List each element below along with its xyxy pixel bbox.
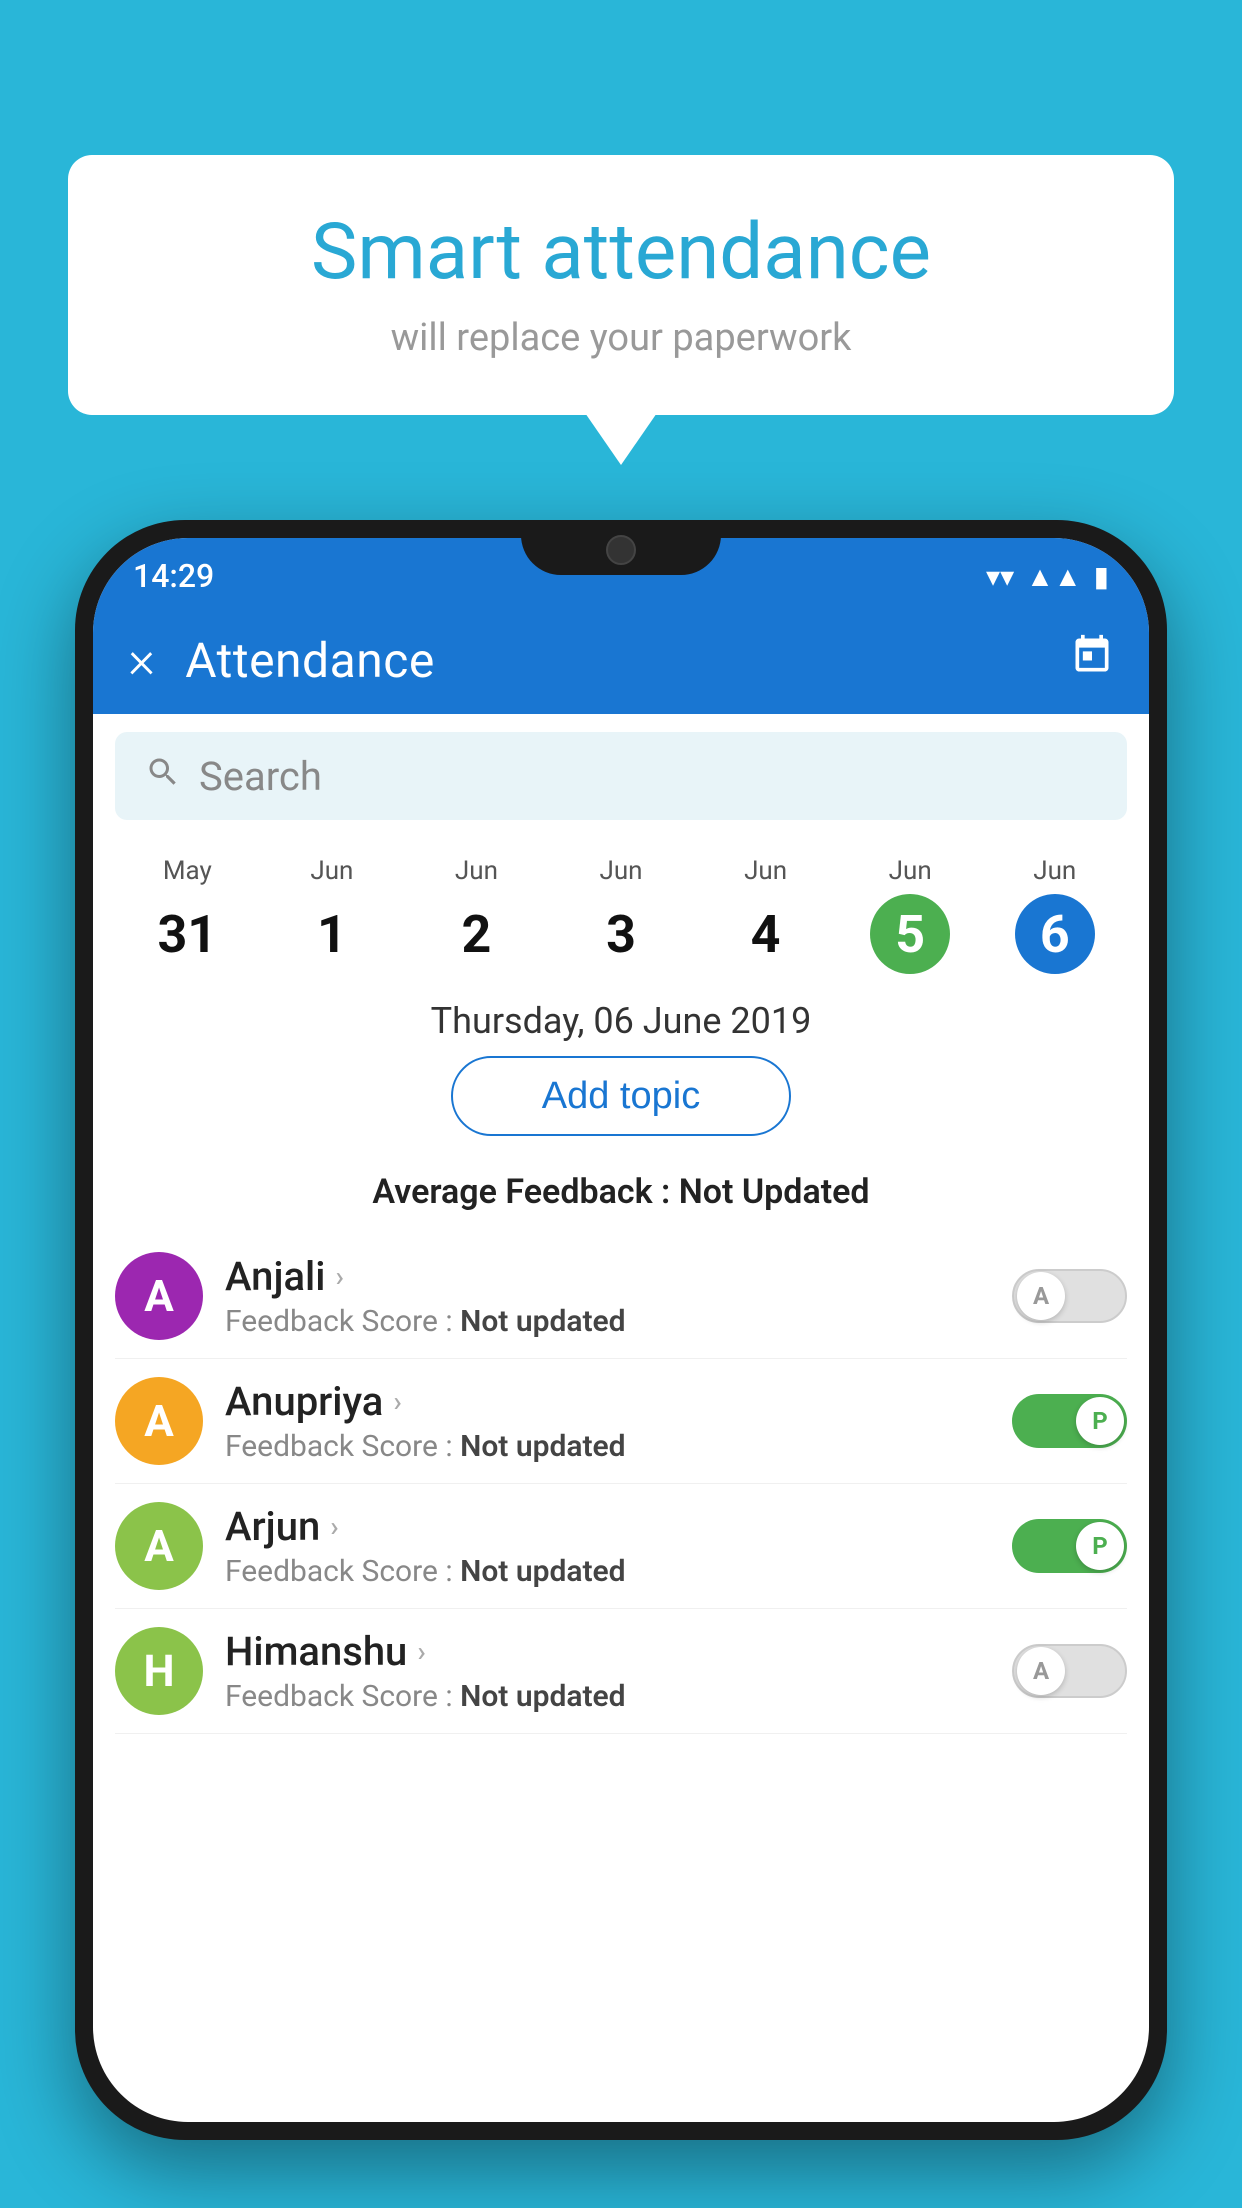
chevron-right-icon: › (330, 1510, 338, 1543)
attendance-toggle[interactable]: P (1012, 1394, 1127, 1448)
student-avatar: A (115, 1377, 203, 1465)
day-month-label: Jun (693, 856, 838, 886)
calendar-row: May 31 Jun 1 Jun 2 Jun 3 Jun 4 Jun 5 Jun 6 (93, 838, 1149, 982)
day-number-label: 2 (436, 894, 516, 974)
app-title: Attendance (185, 632, 1040, 689)
search-placeholder: Search (199, 753, 322, 800)
average-feedback: Average Feedback : Not Updated (93, 1172, 1149, 1212)
day-number-label: 1 (292, 894, 372, 974)
attendance-toggle[interactable]: A (1012, 1269, 1127, 1323)
student-name: Himanshu › (225, 1628, 990, 1675)
student-info: Arjun › Feedback Score : Not updated (225, 1503, 990, 1589)
feedback-score: Feedback Score : Not updated (225, 1554, 990, 1589)
day-month-label: Jun (404, 856, 549, 886)
calendar-day-4[interactable]: Jun 4 (693, 856, 838, 974)
calendar-day-31[interactable]: May 31 (115, 856, 260, 974)
day-month-label: Jun (549, 856, 694, 886)
toggle-knob: P (1076, 1397, 1124, 1445)
status-icons: ▾▾ ▲▲ ▮ (986, 560, 1109, 593)
student-info: Himanshu › Feedback Score : Not updated (225, 1628, 990, 1714)
chevron-right-icon: › (393, 1385, 401, 1418)
bubble-title: Smart attendance (128, 210, 1114, 296)
student-list: AAnjali ›Feedback Score : Not updatedAAA… (93, 1234, 1149, 1734)
student-item[interactable]: A Anjali › Feedback Score : Not updated A (115, 1234, 1127, 1359)
chevron-right-icon: › (417, 1635, 425, 1668)
chevron-right-icon: › (335, 1260, 343, 1293)
calendar-day-5[interactable]: Jun 5 (838, 856, 983, 974)
toggle-knob: P (1076, 1522, 1124, 1570)
student-item[interactable]: A Anupriya › Feedback Score : Not updated P (115, 1359, 1127, 1484)
phone-frame: 14:29 ▾▾ ▲▲ ▮ × Attendance (75, 520, 1167, 2140)
feedback-score: Feedback Score : Not updated (225, 1429, 990, 1464)
day-number-label: 5 (870, 894, 950, 974)
student-avatar: A (115, 1502, 203, 1590)
speech-bubble: Smart attendance will replace your paper… (68, 155, 1174, 415)
student-name: Arjun › (225, 1503, 990, 1550)
day-month-label: Jun (838, 856, 983, 886)
calendar-day-6[interactable]: Jun 6 (982, 856, 1127, 974)
phone-screen: 14:29 ▾▾ ▲▲ ▮ × Attendance (93, 538, 1149, 2122)
attendance-toggle[interactable]: P (1012, 1519, 1127, 1573)
avg-feedback-value: Not Updated (679, 1172, 870, 1212)
status-time: 14:29 (133, 557, 214, 595)
student-name: Anjali › (225, 1253, 990, 1300)
student-item[interactable]: H Himanshu › Feedback Score : Not updated A (115, 1609, 1127, 1734)
calendar-day-3[interactable]: Jun 3 (549, 856, 694, 974)
day-number-label: 4 (726, 894, 806, 974)
student-item[interactable]: A Arjun › Feedback Score : Not updated P (115, 1484, 1127, 1609)
toggle-knob: A (1017, 1272, 1065, 1320)
student-name: Anupriya › (225, 1378, 990, 1425)
day-month-label: Jun (260, 856, 405, 886)
battery-icon: ▮ (1094, 560, 1109, 593)
front-camera (606, 535, 636, 565)
phone-notch (521, 520, 721, 575)
add-topic-button[interactable]: Add topic (451, 1056, 791, 1136)
student-avatar: A (115, 1252, 203, 1340)
day-number-label: 31 (147, 894, 227, 974)
day-number-label: 6 (1015, 894, 1095, 974)
toggle-knob: A (1017, 1647, 1065, 1695)
app-bar: × Attendance (93, 606, 1149, 714)
calendar-day-1[interactable]: Jun 1 (260, 856, 405, 974)
search-icon (145, 753, 181, 800)
day-month-label: May (115, 856, 260, 886)
student-avatar: H (115, 1627, 203, 1715)
feedback-score: Feedback Score : Not updated (225, 1304, 990, 1339)
calendar-button[interactable] (1070, 633, 1114, 688)
student-info: Anjali › Feedback Score : Not updated (225, 1253, 990, 1339)
attendance-toggle[interactable]: A (1012, 1644, 1127, 1698)
search-bar[interactable]: Search (115, 732, 1127, 820)
signal-icon: ▲▲ (1026, 560, 1081, 593)
student-info: Anupriya › Feedback Score : Not updated (225, 1378, 990, 1464)
day-month-label: Jun (982, 856, 1127, 886)
wifi-icon: ▾▾ (986, 560, 1014, 593)
bubble-subtitle: will replace your paperwork (128, 316, 1114, 360)
feedback-score: Feedback Score : Not updated (225, 1679, 990, 1714)
add-topic-wrapper: Add topic (93, 1056, 1149, 1154)
speech-bubble-box: Smart attendance will replace your paper… (68, 155, 1174, 415)
calendar-day-2[interactable]: Jun 2 (404, 856, 549, 974)
phone-mockup: 14:29 ▾▾ ▲▲ ▮ × Attendance (75, 520, 1167, 2208)
day-number-label: 3 (581, 894, 661, 974)
date-header: Thursday, 06 June 2019 (93, 982, 1149, 1056)
close-button[interactable]: × (128, 634, 155, 686)
avg-feedback-label: Average Feedback : (372, 1172, 670, 1212)
